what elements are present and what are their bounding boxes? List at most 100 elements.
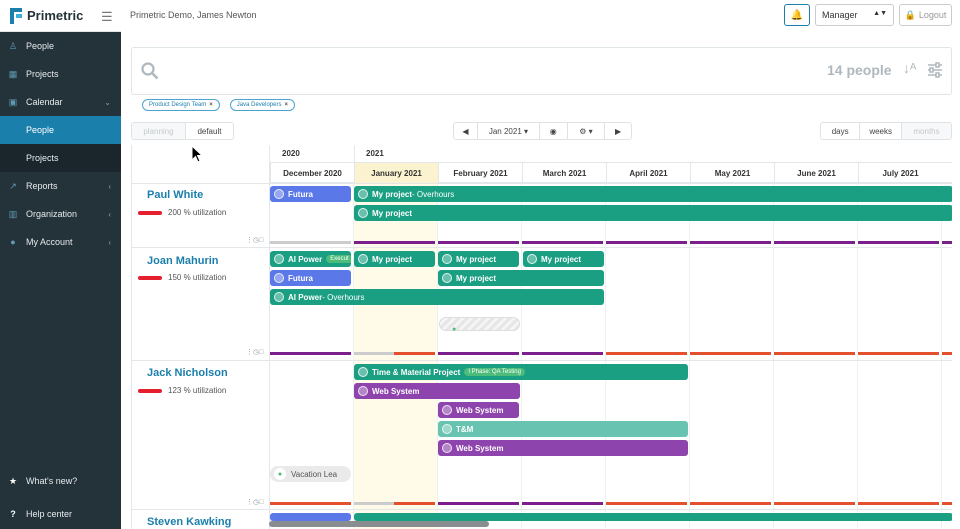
person-name[interactable]: Joan Mahurin [147,255,219,267]
booking[interactable]: Web System [438,402,519,418]
month-label: December 2020 [270,163,354,183]
booking[interactable] [270,513,351,521]
booking-label: Web System [456,443,504,453]
role-select[interactable]: Manager ▲▼ [815,4,894,26]
sidebar-item-whats-new[interactable]: ★ What's new? [0,467,121,495]
month-label: March 2021 [522,163,606,183]
days-button[interactable]: days [821,123,861,139]
booking-label: AI Power [288,292,323,302]
booking[interactable]: AI Power Execut [270,251,351,267]
people-search[interactable]: 14 people ↓ᴬ [131,47,952,95]
sidebar-item-label: People [26,125,55,135]
prev-button[interactable]: ◀ [454,123,478,139]
month-label: June 2021 [774,163,858,183]
capacity-bar [270,352,351,355]
row-actions-icon[interactable]: ⋮◷□ [246,236,263,244]
booking[interactable]: My project [354,251,435,267]
star-icon: ★ [8,475,18,486]
booking[interactable] [354,513,952,521]
notifications-button[interactable]: 🔔 [784,4,810,26]
filter-settings-icon[interactable] [927,62,943,78]
sidebar-subitem-people[interactable]: People [0,116,121,144]
sidebar-item-label: What's new? [26,476,78,486]
empty-booking-slot[interactable]: ● [439,317,520,333]
settings-button[interactable]: ⚙ ▾ [568,123,606,139]
person-name[interactable]: Steven Kawking [147,516,231,528]
booking[interactable]: Time & Material Project I Phase: QA Testi… [354,364,688,380]
row-actions-icon[interactable]: ⋮◷□ [246,348,263,356]
sidebar-item-label: Calendar [26,97,63,107]
booking[interactable]: Futura [270,270,351,286]
vacation-booking[interactable]: ● Vacation Lea [270,466,351,482]
clock-icon [358,189,368,199]
caret-down-icon: ▾ [588,126,593,136]
sidebar-item-my-account[interactable]: ● My Account ‹ [0,228,121,256]
row-actions-icon[interactable]: ⋮◷□ [246,498,263,506]
clock-icon [442,273,452,283]
logout-button[interactable]: 🔒 Logout [899,4,952,26]
month-label: January 2021 [354,163,438,183]
month-select[interactable]: Jan 2021 ▾ [478,123,540,139]
next-button[interactable]: ▶ [605,123,631,139]
people-icon: ♙ [8,40,18,51]
sidebar-item-organization[interactable]: ▥ Organization ‹ [0,200,121,228]
booking[interactable]: My project [354,205,952,221]
booking-label: Futura [288,189,313,199]
booking-label: My project [541,254,582,264]
horizontal-scrollbar[interactable] [269,521,489,527]
booking[interactable]: My project [523,251,604,267]
booking[interactable]: My project - Overhours [354,186,952,202]
date-navigator: ◀ Jan 2021 ▾ ◉ ⚙ ▾ ▶ [453,122,632,140]
booking[interactable]: AI Power - Overhours [270,289,604,305]
capacity-bar [270,241,351,244]
sidebar-item-calendar[interactable]: ▣ Calendar ⌄ [0,88,121,116]
filter-tag[interactable]: Java Developers × [229,99,295,111]
booking[interactable]: Web System [354,383,520,399]
chevron-down-icon: ⌄ [104,97,111,107]
booking[interactable]: My project [438,251,519,267]
calendar-icon: ▣ [8,96,18,107]
sidebar-subitem-projects[interactable]: Projects [0,144,121,172]
year-label: 2021 [366,149,384,158]
months-button[interactable]: months [902,123,951,139]
booking-label: My project [372,254,413,264]
vacation-label: Vacation Lea [291,469,338,479]
close-icon[interactable]: × [284,102,288,108]
logout-label: Logout [918,10,947,20]
utilization-value: 200 [168,208,182,217]
clock-icon [442,424,452,434]
current-month-column [353,183,437,529]
planning-button[interactable]: planning [132,123,186,139]
filter-tag[interactable]: Product Design Team × [142,99,220,111]
sort-alpha-icon[interactable]: ↓ᴬ [903,60,916,76]
capacity-bar [438,352,604,355]
sidebar-item-projects[interactable]: ▦ Projects [0,60,121,88]
chevron-left-icon: ‹ [108,181,111,191]
clock-icon [358,208,368,218]
menu-toggle-icon[interactable]: ☰ [101,9,113,25]
capacity-bar [394,502,435,505]
today-button[interactable]: ◉ [540,123,568,139]
booking-label: Futura [288,273,313,283]
sidebar-item-label: Projects [26,153,59,163]
default-button[interactable]: default [186,123,233,139]
role-select-value: Manager [822,10,858,20]
booking[interactable]: Web System [438,440,688,456]
booking[interactable]: My project [438,270,604,286]
view-toggle: planning default [131,122,234,140]
person-name[interactable]: Paul White [147,189,203,201]
booking-extra: - Overhours [322,292,365,302]
gear-icon: ⚙ [579,126,587,136]
booking[interactable]: Futura [270,186,351,202]
person-name[interactable]: Jack Nicholson [147,367,228,379]
clock-icon [358,254,368,264]
sidebar-item-help-center[interactable]: ? Help center [0,500,121,528]
close-icon[interactable]: × [209,102,213,108]
utilization-bar [138,388,162,393]
sidebar-item-people[interactable]: ♙ People [0,32,121,60]
booking[interactable]: T&M [438,421,688,437]
weeks-button[interactable]: weeks [860,123,903,139]
utilization: 150 % utilization [138,273,226,282]
utilization-value: 150 [168,273,182,282]
sidebar-item-reports[interactable]: ↗ Reports ‹ [0,172,121,200]
